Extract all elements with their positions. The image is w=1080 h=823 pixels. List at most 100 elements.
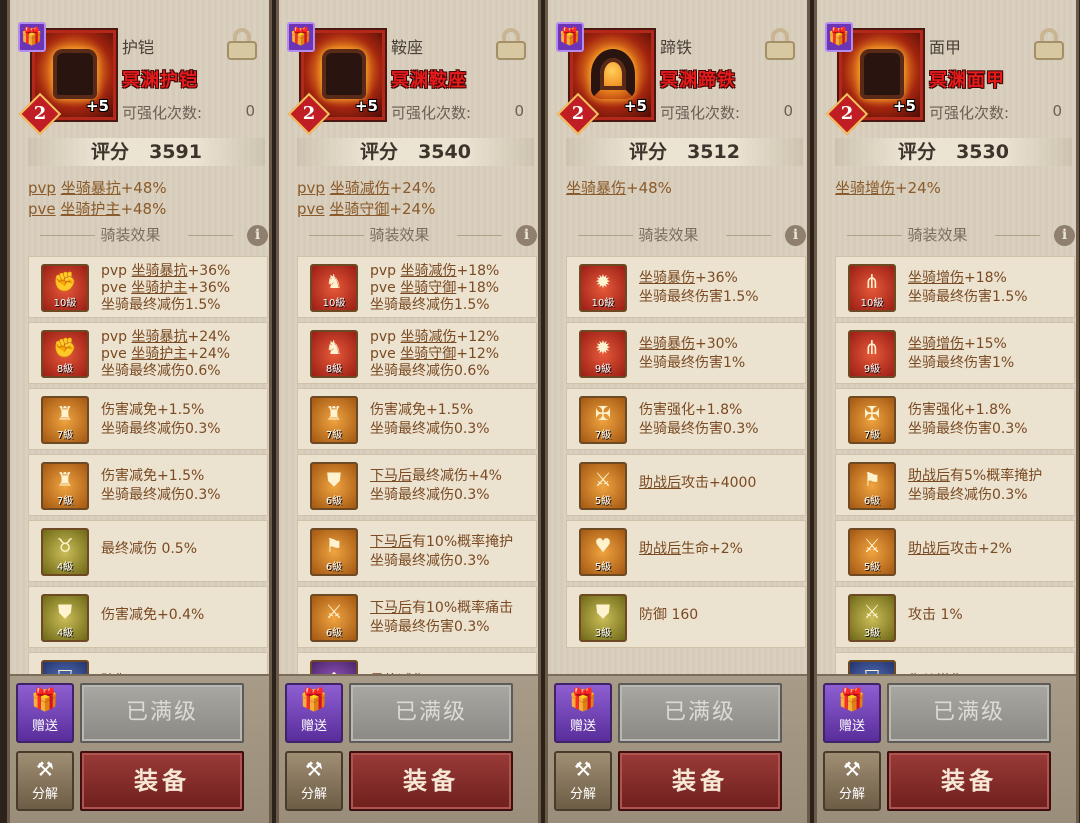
effect-stat-link[interactable]: 坐骑增伤 [908, 270, 964, 286]
effect-line: 坐骑最终伤害0.3% [639, 420, 805, 439]
lock-icon[interactable] [227, 28, 257, 60]
attr-stat-link[interactable]: 坐骑护主 [60, 200, 120, 218]
effect-value: +12% [456, 329, 500, 345]
effect-text: 下马后有10%概率痛击 坐骑最终伤害0.3% [370, 599, 536, 637]
effect-glyph: ♞ [325, 337, 343, 359]
effect-stat-link[interactable]: 坐骑暴抗 [132, 263, 188, 279]
effect-line: pve 坐骑护主+36% [101, 280, 267, 297]
effect-stat-link[interactable]: 助战后 [639, 541, 681, 557]
equip-button[interactable]: 装备 [887, 751, 1051, 811]
attr-stat-link[interactable]: 坐骑减伤 [330, 179, 390, 197]
gift-button[interactable]: 🎁 赠送 [554, 683, 612, 743]
effect-stat-link[interactable]: 坐骑减伤 [401, 263, 457, 279]
attribute-list: 坐骑增伤+24% [835, 178, 1075, 199]
effect-line: 坐骑最终伤害1% [908, 354, 1074, 373]
action-buttons: 🎁 赠送 已满级 ⚒ 分解 装备 [817, 674, 1076, 823]
effects-list[interactable]: ✹ 10級 坐骑暴伤+36% 坐骑最终伤害1.5% ✹ 9級 坐骑暴伤+30% 坐骑最终伤害1… [566, 256, 806, 674]
effect-text: 坐骑暴伤+36% 坐骑最终伤害1.5% [639, 269, 805, 307]
gift-icon[interactable]: 🎁 [18, 22, 46, 52]
effect-level: 5級 [594, 562, 612, 573]
effect-stat-link[interactable]: 坐骑守御 [400, 280, 456, 296]
gift-box-icon: 🎁 [838, 688, 866, 713]
effect-line: 坐骑最终伤害1.5% [908, 288, 1074, 307]
attr-stat-link[interactable]: 坐骑守御 [329, 200, 389, 218]
maxed-button[interactable]: 已满级 [80, 683, 244, 743]
effect-line: 坐骑最终减伤0.3% [908, 486, 1074, 505]
effect-prefix: pve [101, 346, 132, 362]
effects-list[interactable]: ♞ 10級 pvp 坐骑减伤+18% pve 坐骑守御+18% 坐骑最终减伤1.5% ♞ 8… [297, 256, 537, 674]
attr-stat-link[interactable]: 坐骑暴抗 [61, 179, 121, 197]
effect-glyph: ✹ [595, 271, 611, 293]
gift-icon[interactable]: 🎁 [556, 22, 584, 52]
effect-glyph: ⛊ [595, 601, 611, 623]
gift-button[interactable]: 🎁 赠送 [823, 683, 881, 743]
effect-line: 伤害减免+1.5% [370, 401, 536, 420]
horse-head-icon: ♞ 10級 [310, 264, 358, 312]
maxed-button[interactable]: 已满级 [887, 683, 1051, 743]
effect-stat-link[interactable]: 坐骑暴抗 [132, 329, 188, 345]
effect-glyph: ⛉ [43, 665, 87, 674]
action-buttons: 🎁 赠送 已满级 ⚒ 分解 装备 [548, 674, 807, 823]
effect-stat-link[interactable]: 下马后 [370, 468, 412, 484]
effect-row: ⛉伤从增伤 1% [835, 652, 1075, 674]
effect-stat-link[interactable]: 坐骑暴伤 [639, 270, 695, 286]
equip-button[interactable]: 装备 [349, 751, 513, 811]
effect-line: 最终减伤 0.5% [101, 541, 267, 558]
attribute-list: pvp 坐骑减伤+24% pve 坐骑守御+24% [297, 178, 537, 220]
info-icon[interactable]: i [516, 225, 537, 246]
attr-stat-link[interactable]: 坐骑增伤 [835, 179, 895, 197]
effect-prefix: 伤害减免+1.5% [101, 402, 205, 418]
attr-value: +48% [626, 179, 672, 197]
effect-stat-link[interactable]: 助战后 [639, 475, 681, 491]
effect-line: 伤害强化+1.8% [908, 401, 1074, 420]
attr-value: +48% [120, 200, 167, 218]
gift-icon[interactable]: 🎁 [287, 22, 315, 52]
dismantle-button[interactable]: ⚒ 分解 [554, 751, 612, 811]
equip-button[interactable]: 装备 [618, 751, 782, 811]
info-icon[interactable]: i [247, 225, 268, 246]
star-level: 2 [33, 103, 47, 124]
lock-icon[interactable] [1034, 28, 1064, 60]
effect-stat-link[interactable]: 坐骑增伤 [908, 336, 964, 352]
dismantle-label: 分解 [838, 787, 865, 802]
equip-button[interactable]: 装备 [80, 751, 244, 811]
effect-stat-link[interactable]: 坐骑守御 [400, 346, 456, 362]
dismantle-button[interactable]: ⚒ 分解 [823, 751, 881, 811]
info-icon[interactable]: i [1054, 225, 1075, 246]
effect-stat-link[interactable]: 下马后 [370, 600, 412, 616]
gift-button[interactable]: 🎁 赠送 [16, 683, 74, 743]
effect-stat-link[interactable]: 助战后 [908, 541, 950, 557]
dismantle-button[interactable]: ⚒ 分解 [16, 751, 74, 811]
effect-stat-link[interactable]: 坐骑护主 [131, 346, 187, 362]
effect-row: ⋔ 9級 坐骑增伤+15% 坐骑最终伤害1% [835, 322, 1075, 384]
effect-prefix: 坐骑最终减伤0.3% [370, 421, 490, 437]
star-level: 2 [571, 103, 585, 124]
item-name: 冥渊面甲 [929, 70, 1005, 91]
effect-value: +24% [187, 329, 231, 345]
gift-icon[interactable]: 🎁 [825, 22, 853, 52]
attr-prefix: pvp [297, 179, 325, 197]
effect-stat-link[interactable]: 坐骑护主 [131, 280, 187, 296]
gift-button[interactable]: 🎁 赠送 [285, 683, 343, 743]
effect-level: 6級 [325, 562, 343, 573]
effects-list[interactable]: ⋔ 10級 坐骑增伤+18% 坐骑最终伤害1.5% ⋔ 9級 坐骑增伤+15% 坐骑最终伤害1… [835, 256, 1075, 674]
maxed-button[interactable]: 已满级 [618, 683, 782, 743]
effect-stat-link[interactable]: 助战后 [908, 468, 950, 484]
effects-list[interactable]: ✊ 10級 pvp 坐骑暴抗+36% pve 坐骑护主+36% 坐骑最终减伤1.5% ✊ 8… [28, 256, 268, 674]
effects-divider: 骑装效果 i [297, 222, 537, 248]
info-icon[interactable]: i [785, 225, 806, 246]
horse-head-icon: ♞ 8級 [310, 330, 358, 378]
lock-icon[interactable] [496, 28, 526, 60]
effect-stat-link[interactable]: 坐骑减伤 [401, 329, 457, 345]
effect-line: pve 坐骑守御+18% [370, 280, 536, 297]
lock-icon[interactable] [765, 28, 795, 60]
attr-stat-link[interactable]: 坐骑暴伤 [566, 179, 626, 197]
dismantle-label: 分解 [31, 787, 58, 802]
effect-prefix: 防御 160 [639, 607, 699, 623]
effect-line: 防御 160 [639, 607, 805, 624]
effect-stat-link[interactable]: 下马后 [370, 534, 412, 550]
dismantle-button[interactable]: ⚒ 分解 [285, 751, 343, 811]
effect-prefix: pvp [101, 329, 132, 345]
effect-stat-link[interactable]: 坐骑暴伤 [639, 336, 695, 352]
maxed-button[interactable]: 已满级 [349, 683, 513, 743]
